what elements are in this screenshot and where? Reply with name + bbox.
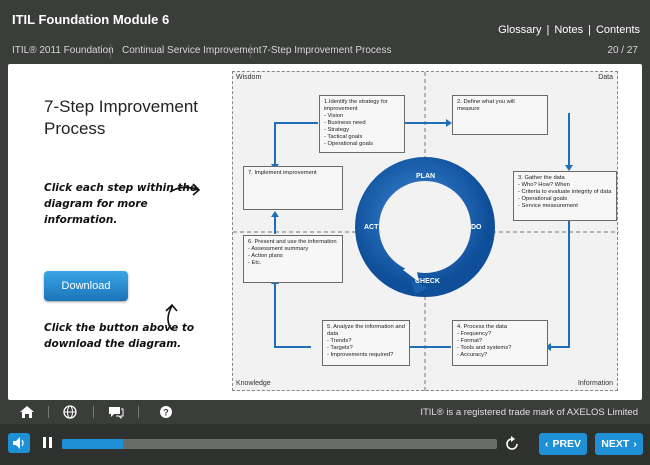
top-links: Glossary | Notes | Contents — [498, 24, 640, 36]
slide-content: 7-Step Improvement Process Click each st… — [8, 64, 642, 400]
step-7-box[interactable]: 7. Implement improvement — [243, 166, 343, 210]
quadrant-information: Information — [577, 380, 613, 387]
arrow-right-doodle-icon — [169, 183, 201, 196]
step-2-box[interactable]: 2. Define what you will measure — [452, 95, 548, 135]
chevron-right-icon: › — [633, 438, 637, 450]
trademark-notice: ITIL® is a registered trade mark of AXEL… — [420, 407, 638, 418]
download-button[interactable]: Download — [44, 271, 128, 301]
step-5-box[interactable]: 5. Analyze the information and data - Tren… — [322, 320, 410, 366]
prev-button[interactable]: ‹ PREV — [539, 433, 587, 455]
replay-icon[interactable] — [504, 436, 520, 452]
pause-button[interactable] — [42, 437, 54, 451]
speaker-icon — [13, 437, 24, 449]
wheel-check-label: CHECK — [415, 278, 440, 285]
breadcrumb-module: Continual Service Improvement — [122, 45, 262, 56]
app-window: ITIL Foundation Module 6 Glossary | Notes |… — [0, 0, 650, 465]
chat-icon[interactable] — [108, 405, 124, 419]
quadrant-data: Data — [598, 74, 613, 81]
step-6-box[interactable]: 6. Present and use the information - Asse… — [243, 235, 343, 283]
quadrant-wisdom: Wisdom — [236, 74, 262, 81]
breadcrumb-topic: 7-Step Improvement Process — [262, 45, 392, 56]
progress-fill — [62, 439, 123, 449]
slide-title: 7-Step Improvement Process — [44, 97, 199, 138]
next-button[interactable]: NEXT › — [595, 433, 643, 455]
step-4-box[interactable]: 4. Process the data - Frequency? - Format?… — [452, 320, 548, 366]
notes-link[interactable]: Notes — [554, 24, 583, 36]
header: ITIL Foundation Module 6 Glossary | Notes |… — [0, 0, 650, 40]
wheel-do-label: DO — [471, 224, 482, 231]
improvement-diagram: Wisdom Data Knowledge Information PLAN D… — [232, 71, 619, 392]
breadcrumb-course: ITIL® 2011 Foundation — [12, 45, 114, 56]
step-3-box[interactable]: 3. Gather the data - Who? How? When - Cri… — [513, 171, 617, 221]
footer-bar: ? ITIL® is a registered trade mark of AX… — [0, 400, 650, 424]
page-counter: 20 / 27 — [607, 45, 638, 56]
instruction-download: Click the button above to download the d… — [44, 322, 195, 350]
step-1-box[interactable]: 1.Identify the strategy for improvement - … — [319, 95, 405, 153]
help-icon[interactable]: ? — [158, 405, 174, 419]
wheel-plan-label: PLAN — [416, 173, 436, 180]
svg-text:?: ? — [163, 408, 169, 418]
breadcrumb: ITIL® 2011 Foundation Continual Service … — [0, 40, 650, 62]
home-icon[interactable] — [19, 405, 35, 419]
module-title: ITIL Foundation Module 6 — [12, 12, 170, 27]
contents-link[interactable]: Contents — [596, 24, 640, 36]
diagram-graphics — [233, 72, 619, 392]
quadrant-knowledge: Knowledge — [236, 380, 271, 387]
player-controls: ‹ PREV NEXT › — [0, 424, 650, 465]
wheel-act-label: ACT — [364, 224, 379, 231]
progress-bar[interactable] — [62, 439, 497, 449]
glossary-link[interactable]: Glossary — [498, 24, 541, 36]
chevron-left-icon: ‹ — [544, 438, 549, 450]
globe-icon[interactable] — [62, 405, 78, 419]
volume-button[interactable] — [8, 433, 30, 453]
